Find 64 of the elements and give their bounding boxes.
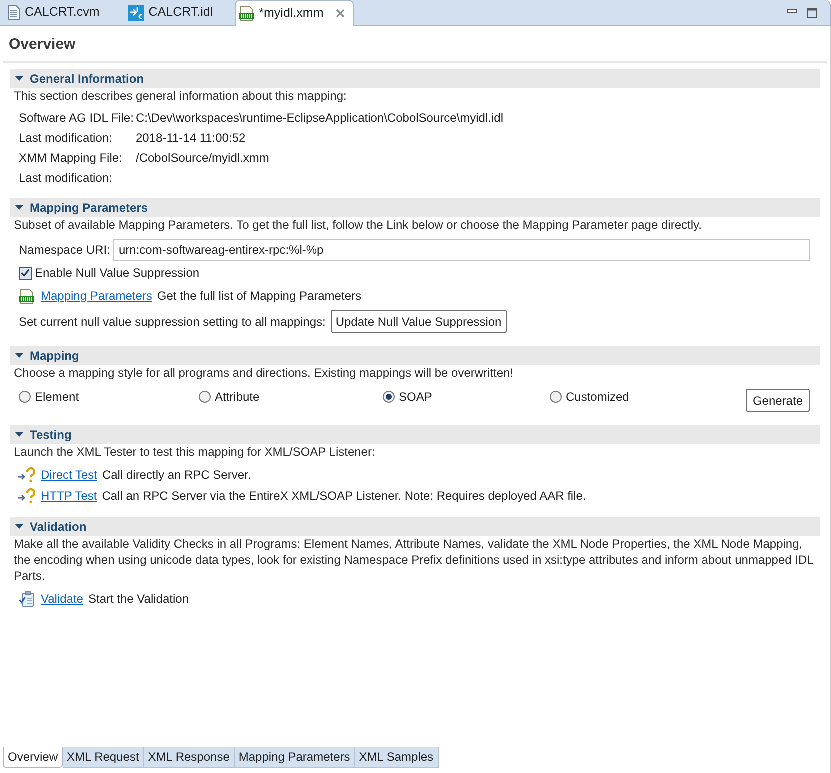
section-description: Make all the available Validity Checks in all Programs: Element Names, Attribute Names, validate the XML Node Properties, the XML Node Mapping, the encoding when using unicode data types, look for existing Namespace Prefix definitions used in xsi:type attributes and inform about unmapped IDL Parts.: [14, 536, 814, 584]
field-value: C:\Dev\workspaces\runtime-EclipseApplication\CobolSource\myidl.idl: [136, 110, 504, 127]
checkbox-label[interactable]: Enable Null Value Suppression: [35, 265, 200, 281]
editor-tab[interactable]: CALCRT.cvm: [0, 0, 120, 25]
page-tab[interactable]: XML Samples: [355, 747, 439, 768]
minimize-icon[interactable]: [787, 8, 797, 12]
radio-button[interactable]: [550, 391, 562, 403]
page-tab[interactable]: Overview: [3, 747, 64, 768]
field-label: Namespace URI:: [19, 242, 112, 259]
page-title: Overview: [9, 35, 77, 55]
document-icon: [8, 5, 20, 20]
field-label: Last modification:: [19, 170, 114, 187]
action-label: Set current null value suppression setting to all mappings:: [19, 314, 326, 330]
field-label: Software AG IDL File:: [19, 110, 135, 127]
radio-button[interactable]: [199, 391, 211, 403]
generate-button[interactable]: Generate: [746, 389, 810, 412]
section-header[interactable]: Mapping: [10, 346, 820, 365]
namespace-uri-field[interactable]: urn:com-softwareag-entirex-rpc:%l-%p: [113, 239, 810, 261]
collapse-triangle-icon[interactable]: [15, 205, 24, 210]
link-description: Start the Validation: [88, 591, 189, 607]
radio-button[interactable]: [19, 391, 31, 403]
collapse-triangle-icon[interactable]: [15, 524, 24, 529]
section-description: Subset of available Mapping Parameters. To get the full list, follow the Link below or choose the Mapping Parameter page directly.: [14, 217, 703, 233]
update-button[interactable]: Update Null Value Suppression: [330, 310, 507, 333]
section-description: Choose a mapping style for all programs and directions. Existing mappings will be overwritten!: [14, 365, 515, 381]
section-header[interactable]: Validation: [10, 517, 820, 536]
xmm-file-icon: [19, 288, 35, 304]
collapse-triangle-icon[interactable]: [15, 76, 24, 81]
radio-button[interactable]: [383, 391, 395, 403]
section-description: This section describes general information about this mapping:: [14, 88, 348, 104]
idl-file-icon: [128, 4, 144, 20]
link[interactable]: Validate: [41, 591, 84, 607]
field-value: 2018-11-14 11:00:52: [136, 130, 246, 147]
section-header[interactable]: Testing: [10, 425, 820, 444]
section-header[interactable]: General Information: [10, 69, 820, 88]
radio-label[interactable]: SOAP: [399, 389, 432, 405]
close-icon[interactable]: [336, 9, 345, 18]
link[interactable]: Direct Test: [41, 467, 98, 483]
page-tab[interactable]: XML Response: [144, 747, 235, 768]
link-description: Call an RPC Server via the EntireX XML/SOAP Listener. Note: Requires deployed AAR file.: [102, 488, 586, 504]
link[interactable]: HTTP Test: [41, 488, 98, 504]
editor-tab[interactable]: *myidl.xmm: [235, 0, 354, 26]
link-description: Get the full list of Mapping Parameters: [157, 288, 362, 304]
link-description: Call directly an RPC Server.: [102, 467, 252, 483]
field-label: Last modification:: [19, 130, 114, 147]
collapse-triangle-icon[interactable]: [15, 353, 24, 358]
link[interactable]: Mapping Parameters: [41, 288, 152, 304]
clipboard-check-icon: [19, 591, 35, 607]
radio-label[interactable]: Element: [35, 389, 80, 405]
section-header[interactable]: Mapping Parameters: [10, 198, 820, 217]
checkbox[interactable]: [19, 266, 32, 280]
arrow-question-icon: [18, 467, 36, 483]
page-tab[interactable]: XML Request: [63, 747, 144, 768]
editor-tab[interactable]: CALCRT.idl: [120, 0, 234, 25]
radio-label[interactable]: Customized: [566, 389, 630, 405]
arrow-question-icon: [18, 488, 36, 504]
collapse-triangle-icon[interactable]: [15, 432, 24, 437]
field-value: /CobolSource/myidl.xmm: [136, 150, 270, 167]
field-label: XMM Mapping File:: [19, 150, 124, 167]
page-tab[interactable]: Mapping Parameters: [234, 747, 356, 768]
radio-label[interactable]: Attribute: [215, 389, 260, 405]
section-description: Launch the XML Tester to test this mapping for XML/SOAP Listener:: [14, 444, 376, 460]
xmm-file-icon: [239, 6, 256, 21]
maximize-icon[interactable]: [807, 8, 817, 18]
